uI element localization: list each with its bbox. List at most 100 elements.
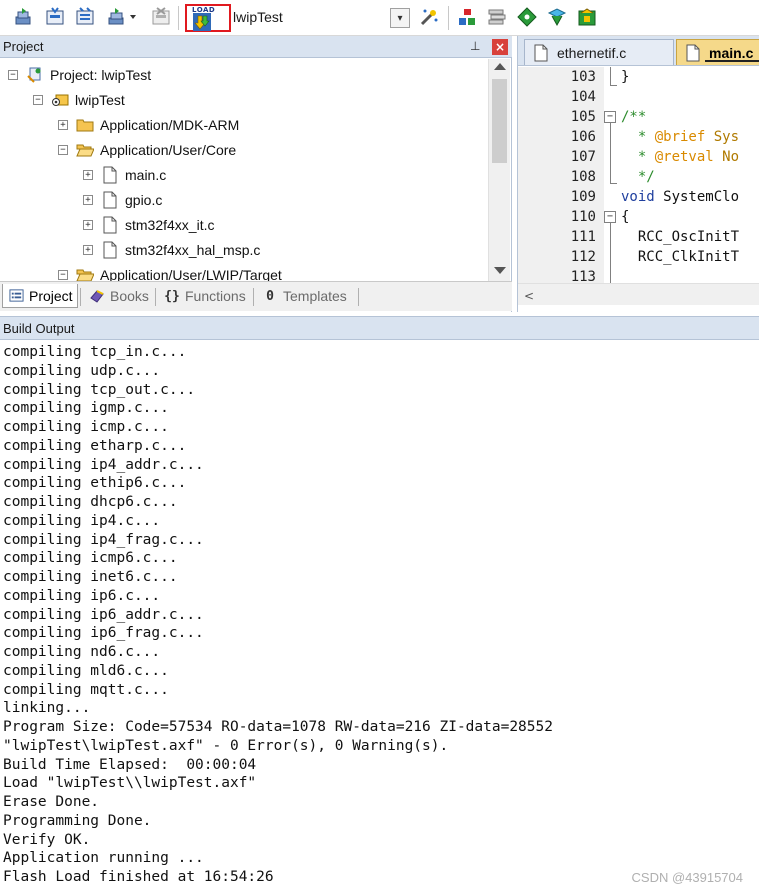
tree-node-label: Application/User/LWIP/Target bbox=[100, 267, 282, 281]
code-line: } bbox=[621, 69, 630, 85]
code-line: * @brief Sys bbox=[621, 129, 740, 145]
tab-templates[interactable]: 0 Templates bbox=[257, 284, 351, 308]
fold-guide bbox=[610, 223, 611, 283]
tree-node-label: main.c bbox=[125, 167, 167, 183]
tree-node-file[interactable]: + main.c bbox=[83, 163, 166, 187]
chevron-down-icon[interactable] bbox=[127, 6, 139, 28]
tab-label: Templates bbox=[283, 288, 347, 304]
folder-open-icon bbox=[76, 141, 94, 159]
rebuild-icon[interactable] bbox=[74, 6, 96, 28]
fold-toggle-icon[interactable]: − bbox=[604, 111, 616, 123]
tree-node-file[interactable]: + gpio.c bbox=[83, 188, 162, 212]
tree-node-project[interactable]: − Project: lwipTest bbox=[8, 63, 151, 87]
output-line: compiling ip6.c... bbox=[3, 587, 161, 604]
target-select-value[interactable]: lwipTest bbox=[233, 9, 283, 25]
load-download-button[interactable]: LOAD bbox=[185, 4, 231, 32]
pack-installer-icon[interactable] bbox=[546, 6, 568, 28]
scroll-down-icon[interactable] bbox=[494, 267, 506, 274]
line-number: 109 bbox=[570, 189, 596, 205]
output-line: compiling tcp_in.c... bbox=[3, 344, 187, 360]
tree-node-file[interactable]: + stm32f4xx_it.c bbox=[83, 213, 214, 237]
editor-tab-label: main.c bbox=[709, 44, 754, 61]
collapse-icon[interactable]: − bbox=[58, 145, 68, 155]
expand-icon[interactable]: + bbox=[83, 245, 93, 255]
output-line: compiling mqtt.c... bbox=[3, 681, 169, 698]
output-line: Erase Done. bbox=[3, 794, 100, 810]
collapse-icon[interactable]: − bbox=[58, 270, 68, 280]
target-options-icon[interactable] bbox=[418, 6, 440, 28]
manage-project-items-icon[interactable] bbox=[456, 6, 478, 28]
editor-tab-main[interactable]: main.c bbox=[676, 39, 759, 65]
select-packs-icon[interactable] bbox=[486, 6, 508, 28]
build-output-log[interactable]: compiling tcp_in.c... compiling udp.c... c… bbox=[0, 340, 759, 891]
output-line: Flash Load finished at 16:54:26 bbox=[3, 869, 274, 885]
collapse-icon[interactable]: − bbox=[33, 95, 43, 105]
output-line: compiling nd6.c... bbox=[3, 644, 161, 660]
fold-guide-end bbox=[610, 85, 617, 86]
project-panel: Project ⊥ × − Project: lwipTest − lwipTe… bbox=[0, 36, 512, 312]
tab-books[interactable]: Books bbox=[84, 284, 153, 308]
editor-tab-ethernetif[interactable]: ethernetif.c bbox=[524, 39, 674, 65]
line-number-gutter: 103 104 105 106 107 108 109 110 111 112 113 bbox=[518, 67, 604, 283]
fold-guide bbox=[610, 123, 611, 183]
project-tree: − Project: lwipTest − lwipTest + Applica… bbox=[0, 59, 488, 281]
expand-icon[interactable]: + bbox=[83, 220, 93, 230]
expand-icon[interactable]: + bbox=[58, 120, 68, 130]
file-icon bbox=[101, 216, 119, 234]
output-line: Verify OK. bbox=[3, 831, 91, 848]
tab-separator bbox=[358, 288, 359, 306]
manage-rte-icon[interactable] bbox=[516, 6, 538, 28]
build-icon[interactable] bbox=[44, 6, 66, 28]
output-line: compiling tcp_out.c... bbox=[3, 381, 196, 398]
translate-icon[interactable] bbox=[12, 6, 34, 28]
target-dropdown-button[interactable]: ▾ bbox=[390, 8, 410, 28]
line-number: 113 bbox=[570, 269, 596, 283]
tree-node-label: Application/User/Core bbox=[100, 142, 237, 158]
scroll-left-icon[interactable]: < bbox=[524, 289, 534, 303]
tab-separator bbox=[80, 288, 81, 306]
project-tab-icon bbox=[7, 287, 25, 305]
tab-functions[interactable]: {} Functions bbox=[159, 284, 250, 308]
line-number: 103 bbox=[570, 69, 596, 85]
fold-toggle-icon[interactable]: − bbox=[604, 211, 616, 223]
project-icon bbox=[26, 66, 44, 84]
toolbar-separator bbox=[448, 6, 449, 30]
fold-guide bbox=[610, 67, 611, 85]
expand-icon[interactable]: + bbox=[83, 170, 93, 180]
project-panel-tabs: Project Books {} Functions 0 Templates bbox=[0, 281, 512, 311]
code-editor[interactable]: 103 104 105 106 107 108 109 110 111 112 113 }/** − … bbox=[518, 67, 759, 283]
line-number: 112 bbox=[570, 249, 596, 265]
line-number: 110 bbox=[570, 209, 596, 225]
tree-vertical-scrollbar[interactable] bbox=[488, 59, 510, 281]
tree-node-label: stm32f4xx_hal_msp.c bbox=[125, 242, 261, 258]
tree-node-label: Application/MDK-ARM bbox=[100, 117, 240, 133]
output-line: Program Size: Code=57534 RO-data=1078 RW… bbox=[3, 719, 553, 735]
stop-build-icon[interactable] bbox=[150, 6, 172, 28]
chevron-down-icon: ▾ bbox=[397, 12, 403, 24]
scroll-thumb[interactable] bbox=[492, 79, 507, 163]
batch-build-icon[interactable] bbox=[106, 6, 128, 28]
tree-node-group[interactable]: + Application/MDK-ARM bbox=[58, 113, 239, 137]
line-number: 108 bbox=[570, 169, 596, 185]
tree-node-label: gpio.c bbox=[125, 192, 163, 208]
output-line: compiling icmp6.c... bbox=[3, 550, 178, 567]
tree-node-group[interactable]: − Application/User/LWIP/Target bbox=[58, 263, 282, 281]
watermark: CSDN @43915704 bbox=[631, 870, 743, 885]
expand-icon[interactable]: + bbox=[83, 195, 93, 205]
editor-horizontal-scrollbar[interactable]: < bbox=[518, 283, 759, 305]
tree-node-group[interactable]: − Application/User/Core bbox=[58, 138, 236, 162]
close-panel-button[interactable]: × bbox=[492, 39, 508, 55]
scroll-up-icon[interactable] bbox=[494, 63, 506, 70]
collapse-icon[interactable]: − bbox=[8, 70, 18, 80]
tab-project[interactable]: Project bbox=[2, 284, 78, 308]
tree-node-label: stm32f4xx_it.c bbox=[125, 217, 215, 233]
tree-node-target[interactable]: − lwipTest bbox=[33, 88, 125, 112]
output-line: compiling udp.c... bbox=[3, 362, 161, 379]
project-panel-title: Project bbox=[3, 39, 44, 54]
tree-node-file[interactable]: + stm32f4xx_hal_msp.c bbox=[83, 238, 260, 262]
folder-open-icon bbox=[76, 266, 94, 281]
software-packs-icon[interactable] bbox=[576, 6, 598, 28]
pin-icon[interactable]: ⊥ bbox=[470, 39, 480, 53]
editor-tab-label: ethernetif.c bbox=[557, 44, 627, 61]
tab-separator bbox=[155, 288, 156, 306]
